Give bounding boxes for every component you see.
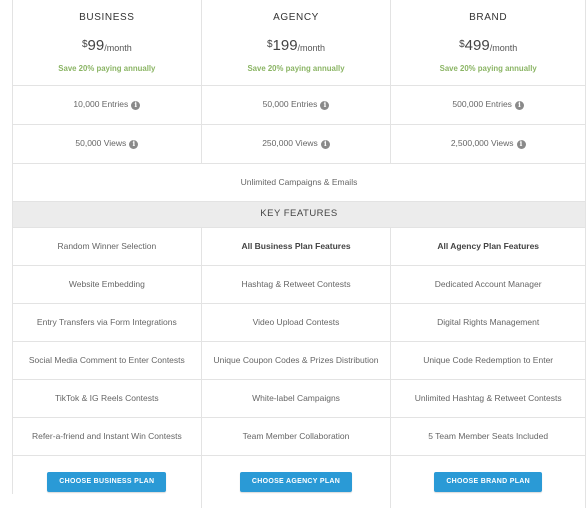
feature-cell: 5 Team Member Seats Included: [391, 418, 586, 455]
feature-row: Social Media Comment to Enter Contests U…: [13, 342, 586, 380]
feature-cell: TikTok & IG Reels Contests: [13, 380, 202, 417]
plan-price: $ 99 /month: [82, 36, 132, 56]
price-amount: 199: [272, 36, 298, 54]
info-icon[interactable]: i: [514, 100, 524, 110]
price-period: /month: [104, 42, 132, 53]
plan-name: AGENCY: [273, 12, 319, 23]
views-cell: 2,500,000 Views i: [391, 125, 586, 163]
views-label: 50,000 Views: [75, 138, 127, 149]
views-label: 250,000 Views: [262, 138, 318, 149]
feature-cell: Video Upload Contests: [202, 304, 392, 341]
choose-agency-plan-button[interactable]: CHOOSE AGENCY PLAN: [239, 472, 353, 492]
feature-cell: Unique Code Redemption to Enter: [391, 342, 586, 379]
feature-cell: Refer-a-friend and Instant Win Contests: [13, 418, 202, 455]
entries-cell: 10,000 Entries i: [13, 86, 202, 124]
views-label: 2,500,000 Views: [450, 138, 514, 149]
plan-header-brand: BRAND $ 499 /month Save 20% paying annua…: [391, 0, 586, 85]
feature-row: Refer-a-friend and Instant Win Contests …: [13, 418, 586, 456]
feature-cell: Hashtag & Retweet Contests: [202, 266, 392, 303]
feature-row: TikTok & IG Reels Contests White-label C…: [13, 380, 586, 418]
pricing-table: BUSINESS $ 99 /month Save 20% paying ann…: [12, 0, 586, 508]
plan-header-business: BUSINESS $ 99 /month Save 20% paying ann…: [13, 0, 202, 85]
feature-cell: Team Member Collaboration: [202, 418, 392, 455]
info-icon[interactable]: i: [516, 139, 526, 149]
annual-savings-note: Save 20% paying annually: [58, 63, 156, 73]
entries-label: 50,000 Entries: [262, 99, 318, 110]
plan-name: BRAND: [469, 12, 508, 23]
price-period: /month: [489, 42, 518, 53]
views-cell: 250,000 Views i: [202, 125, 392, 163]
button-cell: CHOOSE BRAND PLAN: [391, 456, 586, 508]
price-amount: 99: [87, 36, 105, 54]
entries-cell: 500,000 Entries i: [391, 86, 586, 124]
key-features-heading-row: KEY FEATURES: [13, 202, 586, 228]
annual-savings-note: Save 20% paying annually: [247, 63, 345, 73]
price-period: /month: [297, 42, 326, 53]
entries-label: 500,000 Entries: [452, 99, 512, 110]
feature-row: Random Winner Selection All Business Pla…: [13, 228, 586, 266]
feature-cell: Unlimited Hashtag & Retweet Contests: [391, 380, 586, 417]
plan-name: BUSINESS: [79, 12, 135, 23]
feature-cell: Random Winner Selection: [13, 228, 202, 265]
info-icon[interactable]: i: [131, 100, 141, 110]
button-cell: CHOOSE BUSINESS PLAN: [13, 456, 202, 508]
plan-buttons-row: CHOOSE BUSINESS PLAN CHOOSE AGENCY PLAN …: [13, 456, 586, 508]
info-icon[interactable]: i: [320, 100, 330, 110]
info-icon[interactable]: i: [129, 139, 139, 149]
choose-business-plan-button[interactable]: CHOOSE BUSINESS PLAN: [47, 472, 167, 492]
unlimited-campaigns-text: Unlimited Campaigns & Emails: [13, 164, 586, 201]
key-features-heading: KEY FEATURES: [13, 202, 586, 227]
views-row: 50,000 Views i 250,000 Views i 2,500,000…: [13, 125, 586, 164]
views-cell: 50,000 Views i: [13, 125, 202, 163]
feature-cell: White-label Campaigns: [202, 380, 392, 417]
feature-cell: Social Media Comment to Enter Contests: [13, 342, 202, 379]
info-icon[interactable]: i: [320, 139, 330, 149]
price-amount: 499: [464, 36, 490, 54]
feature-row: Entry Transfers via Form Integrations Vi…: [13, 304, 586, 342]
choose-brand-plan-button[interactable]: CHOOSE BRAND PLAN: [434, 472, 542, 492]
button-cell: CHOOSE AGENCY PLAN: [202, 456, 392, 508]
unlimited-row: Unlimited Campaigns & Emails: [13, 164, 586, 202]
feature-cell: All Business Plan Features: [202, 228, 392, 265]
feature-row: Website Embedding Hashtag & Retweet Cont…: [13, 266, 586, 304]
plan-price: $ 499 /month: [459, 36, 517, 56]
feature-cell: Entry Transfers via Form Integrations: [13, 304, 202, 341]
feature-cell: Website Embedding: [13, 266, 202, 303]
entries-cell: 50,000 Entries i: [202, 86, 392, 124]
annual-savings-note: Save 20% paying annually: [439, 63, 537, 73]
plan-price: $ 199 /month: [267, 36, 325, 56]
entries-row: 10,000 Entries i 50,000 Entries i 500,00…: [13, 86, 586, 125]
plan-header-row: BUSINESS $ 99 /month Save 20% paying ann…: [13, 0, 586, 86]
feature-cell: Unique Coupon Codes & Prizes Distributio…: [202, 342, 392, 379]
plan-header-agency: AGENCY $ 199 /month Save 20% paying annu…: [202, 0, 392, 85]
feature-cell: Dedicated Account Manager: [391, 266, 586, 303]
feature-cell: Digital Rights Management: [391, 304, 586, 341]
entries-label: 10,000 Entries: [73, 99, 129, 110]
feature-cell: All Agency Plan Features: [391, 228, 586, 265]
